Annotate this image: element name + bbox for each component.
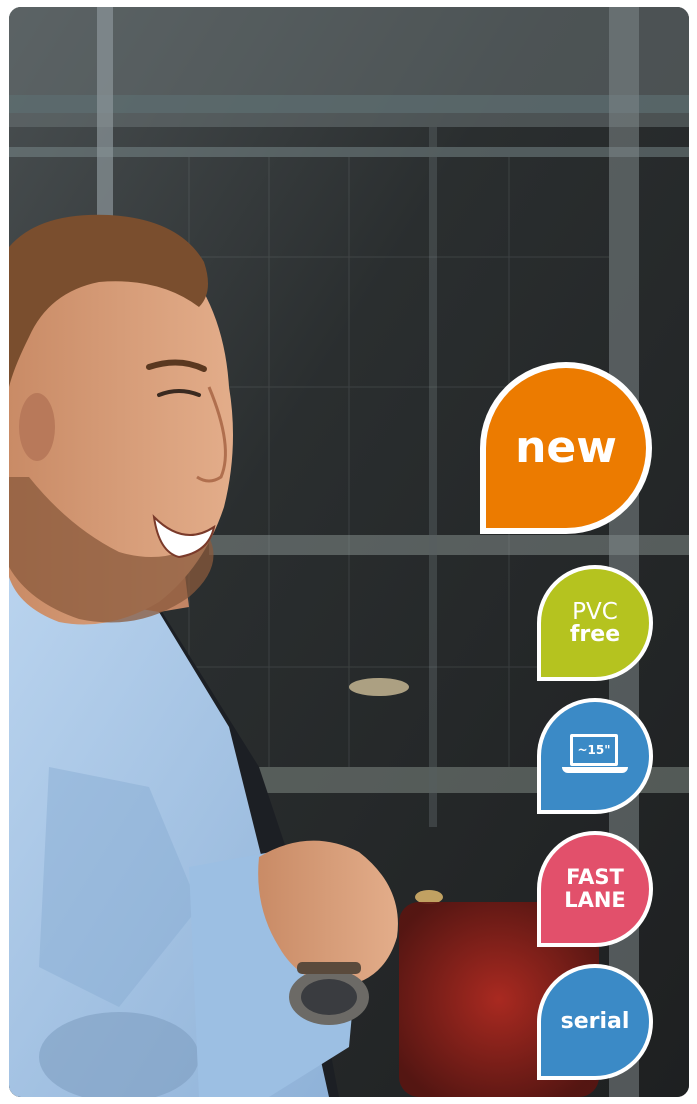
pvc-free-badge-fill: PVC free <box>541 569 649 677</box>
laptop-size-badge-fill: ~15" <box>541 702 649 810</box>
product-photo-card: new PVC free ~15" FAST LANE serial <box>9 7 689 1097</box>
fast-label: FAST <box>566 864 624 889</box>
pvc-free-badge: PVC free <box>537 565 653 681</box>
new-badge: new <box>480 362 652 534</box>
serial-badge-fill: serial <box>541 968 649 1076</box>
laptop-base <box>562 767 628 773</box>
laptop-size-label: ~15" <box>577 743 611 757</box>
laptop-screen: ~15" <box>570 734 618 766</box>
laptop-icon: ~15" <box>562 734 628 778</box>
fast-lane-badge: FAST LANE <box>537 831 653 947</box>
serial-label: serial <box>560 1009 630 1034</box>
new-badge-label: new <box>515 422 617 473</box>
free-label: free <box>569 621 621 647</box>
laptop-size-badge: ~15" <box>537 698 653 814</box>
lane-label: LANE <box>564 888 626 912</box>
fast-lane-badge-fill: FAST LANE <box>541 835 649 943</box>
serial-badge: serial <box>537 964 653 1080</box>
new-badge-fill: new <box>486 368 646 528</box>
pvc-label: PVC <box>572 598 618 625</box>
